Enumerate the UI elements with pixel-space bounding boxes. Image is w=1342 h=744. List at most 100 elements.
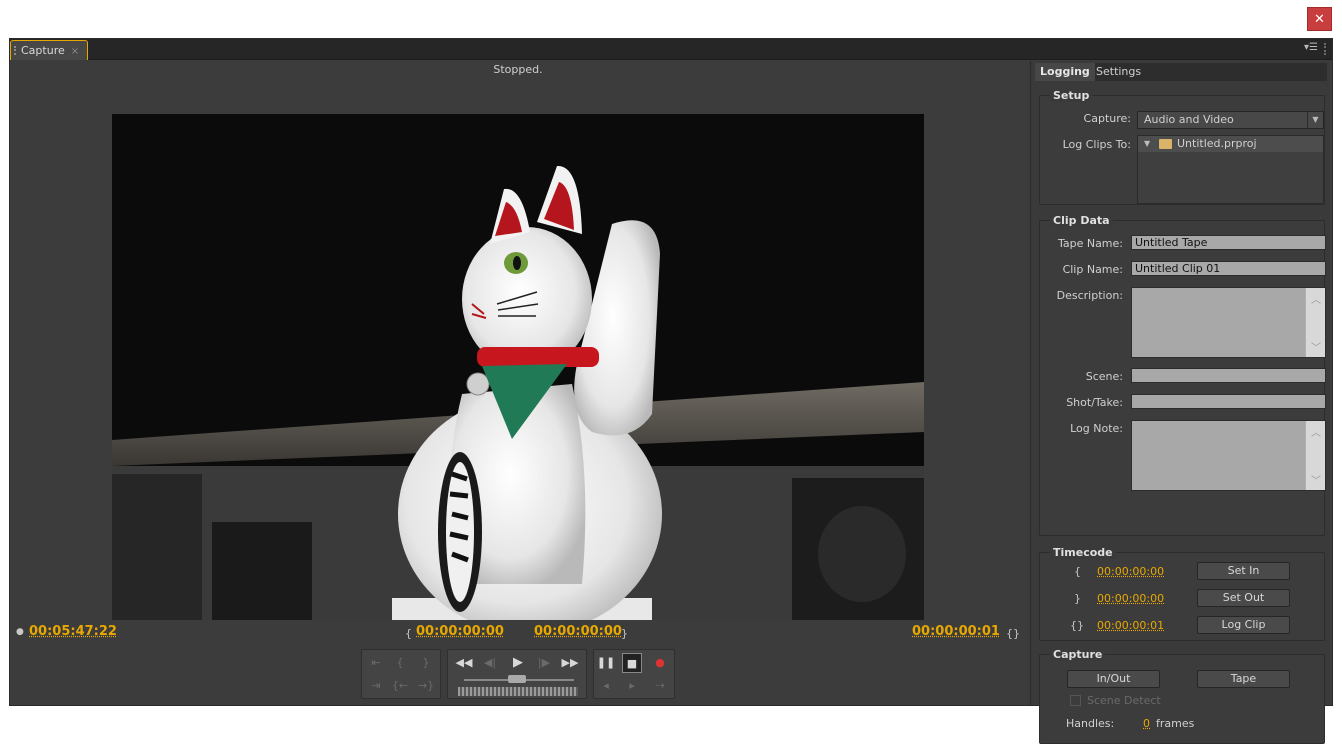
go-to-in-icon[interactable]: ⇤ xyxy=(366,653,386,673)
capture-mode-select[interactable]: Audio and Video ▼ xyxy=(1137,111,1324,129)
out-point-icon: } xyxy=(1074,592,1081,605)
tab-capture[interactable]: Capture × xyxy=(10,40,89,60)
log-note-label: Log Note: xyxy=(1070,422,1123,435)
log-note-scrollbar[interactable]: ︿ ﹀ xyxy=(1305,421,1325,490)
stop-button[interactable]: ■ xyxy=(622,653,642,673)
in-point-icon: { xyxy=(1074,565,1081,578)
step-back-button[interactable]: ◀| xyxy=(480,653,500,673)
setup-title: Setup xyxy=(1050,89,1093,102)
scene-detect-label: Scene Detect xyxy=(1087,694,1161,707)
tab-logging[interactable]: Logging xyxy=(1035,63,1095,81)
scene-label: Scene: xyxy=(1085,370,1123,383)
clip-data-title: Clip Data xyxy=(1050,214,1113,227)
scene-search-icon[interactable]: ⇢ xyxy=(650,676,670,696)
scroll-down-icon[interactable]: ﹀ xyxy=(1311,472,1321,487)
logger-duration-timecode[interactable]: 00:00:00:01 xyxy=(1097,619,1164,632)
setup-group: Setup Capture: Audio and Video ▼ Log Cli… xyxy=(1039,89,1325,205)
next-scene-icon[interactable]: →} xyxy=(416,676,436,696)
timecode-marker-icon: ● xyxy=(16,627,24,637)
scroll-up-icon[interactable]: ︿ xyxy=(1311,424,1321,439)
panel-grip-icon[interactable] xyxy=(1324,43,1328,55)
set-in-icon[interactable]: { xyxy=(390,653,410,673)
handles-value[interactable]: 0 xyxy=(1143,717,1150,730)
scene-field[interactable] xyxy=(1131,368,1326,383)
step-forward-button[interactable]: |▶ xyxy=(534,653,554,673)
capture-monitor: Stopped. ● 00:05:47:22 {00:00:00:00 00:… xyxy=(10,61,1026,705)
set-out-button[interactable]: Set Out xyxy=(1197,589,1290,607)
logging-panel: Logging Settings Setup Capture: Audio an… xyxy=(1030,61,1330,744)
scroll-down-icon[interactable]: ﹀ xyxy=(1311,339,1321,354)
timecode-title: Timecode xyxy=(1050,546,1116,559)
set-in-button[interactable]: Set In xyxy=(1197,562,1290,580)
set-out-icon[interactable]: } xyxy=(416,653,436,673)
description-label: Description: xyxy=(1056,289,1123,302)
scene-detect-checkbox[interactable] xyxy=(1070,695,1081,706)
log-clip-button[interactable]: Log Clip xyxy=(1197,616,1290,634)
log-note-field[interactable]: ︿ ﹀ xyxy=(1131,420,1326,491)
in-point-icon: { xyxy=(405,627,412,640)
transport-left-group: ⇤ { } ⇥ {← →} xyxy=(361,649,441,699)
capture-panel: Capture × ▾☰ Stopped. ● 00:05:47:22 {00… xyxy=(9,38,1333,744)
record-button[interactable]: ● xyxy=(650,653,670,673)
description-scrollbar[interactable]: ︿ ﹀ xyxy=(1305,288,1325,357)
transport-center-group: ◀◀ ◀| ▶ |▶ ▶▶ xyxy=(447,649,587,699)
in-point-timecode[interactable]: 00:00:00:00 xyxy=(416,624,504,639)
chevron-down-icon: ▼ xyxy=(1307,112,1323,128)
tab-close-icon[interactable]: × xyxy=(71,46,79,57)
play-button[interactable]: ▶ xyxy=(508,653,528,673)
capture-group: Capture In/Out Tape Scene Detect Handles… xyxy=(1039,648,1325,744)
expand-triangle-icon[interactable]: ▼ xyxy=(1144,136,1150,152)
out-point-icon: } xyxy=(621,627,628,640)
logger-in-timecode[interactable]: 00:00:00:00 xyxy=(1097,565,1164,578)
clip-name-field[interactable]: Untitled Clip 01 xyxy=(1131,261,1326,276)
tab-grip-icon[interactable] xyxy=(14,46,16,55)
project-tree-item[interactable]: ▼ Untitled.prproj xyxy=(1138,136,1323,152)
close-window-button[interactable]: ✕ xyxy=(1307,7,1332,31)
log-clips-tree[interactable]: ▼ Untitled.prproj xyxy=(1137,135,1324,204)
clip-name-label: Clip Name: xyxy=(1062,263,1123,276)
handles-label: Handles: xyxy=(1066,717,1115,730)
capture-status: Stopped. xyxy=(493,63,543,76)
capture-in-out-button[interactable]: In/Out xyxy=(1067,670,1160,688)
clip-data-group: Clip Data Tape Name: Untitled Tape Clip … xyxy=(1039,214,1326,536)
transport-controls: ⇤ { } ⇥ {← →} ◀◀ ◀| ▶ |▶ ▶▶ ❚❚ ■ ● ◂ ▸ ⇢ xyxy=(361,649,675,699)
go-to-out-icon[interactable]: ⇥ xyxy=(366,676,386,696)
fast-forward-button[interactable]: ▶▶ xyxy=(560,653,580,673)
jog-wheel[interactable] xyxy=(458,687,578,696)
tab-settings[interactable]: Settings xyxy=(1091,63,1146,81)
prev-scene-icon[interactable]: {← xyxy=(390,676,410,696)
log-clips-label: Log Clips To: xyxy=(1062,138,1131,151)
panel-menu-icon[interactable]: ▾☰ xyxy=(1304,42,1318,53)
duration-icon: {} xyxy=(1006,627,1020,640)
rewind-button[interactable]: ◀◀ xyxy=(454,653,474,673)
duration-timecode[interactable]: 00:00:00:01 xyxy=(912,624,1000,639)
window-titlebar: ✕ xyxy=(0,0,1342,38)
scroll-up-icon[interactable]: ︿ xyxy=(1311,291,1321,306)
shot-take-label: Shot/Take: xyxy=(1066,396,1123,409)
logger-out-timecode[interactable]: 00:00:00:00 xyxy=(1097,592,1164,605)
logger-tabstrip: Logging Settings xyxy=(1035,63,1327,81)
shuttle-handle[interactable] xyxy=(508,675,526,683)
capture-mode-value: Audio and Video xyxy=(1144,113,1234,126)
capture-title: Capture xyxy=(1050,648,1106,661)
current-timecode[interactable]: 00:05:47:22 xyxy=(29,624,117,639)
rewind-scene-icon[interactable]: ◂ xyxy=(596,676,616,696)
capture-label: Capture: xyxy=(1083,112,1131,125)
panel-tabstrip: Capture × ▾☰ xyxy=(10,39,1332,60)
folder-icon xyxy=(1159,139,1172,149)
pause-button[interactable]: ❚❚ xyxy=(596,653,616,673)
video-frame-image xyxy=(112,114,924,620)
timecode-group: Timecode { 00:00:00:00 Set In } 00:00:00… xyxy=(1039,546,1325,641)
shot-take-field[interactable] xyxy=(1131,394,1326,409)
tape-name-field[interactable]: Untitled Tape xyxy=(1131,235,1326,250)
project-name: Untitled.prproj xyxy=(1177,137,1257,150)
tape-name-label: Tape Name: xyxy=(1057,237,1123,250)
video-preview xyxy=(112,114,924,620)
description-field[interactable]: ︿ ﹀ xyxy=(1131,287,1326,358)
forward-scene-icon[interactable]: ▸ xyxy=(622,676,642,696)
capture-tape-button[interactable]: Tape xyxy=(1197,670,1290,688)
out-point-timecode[interactable]: 00:00:00:00 xyxy=(534,624,622,639)
duration-icon: {} xyxy=(1070,619,1084,632)
tab-capture-label: Capture xyxy=(21,44,65,57)
transport-right-group: ❚❚ ■ ● ◂ ▸ ⇢ xyxy=(593,649,675,699)
